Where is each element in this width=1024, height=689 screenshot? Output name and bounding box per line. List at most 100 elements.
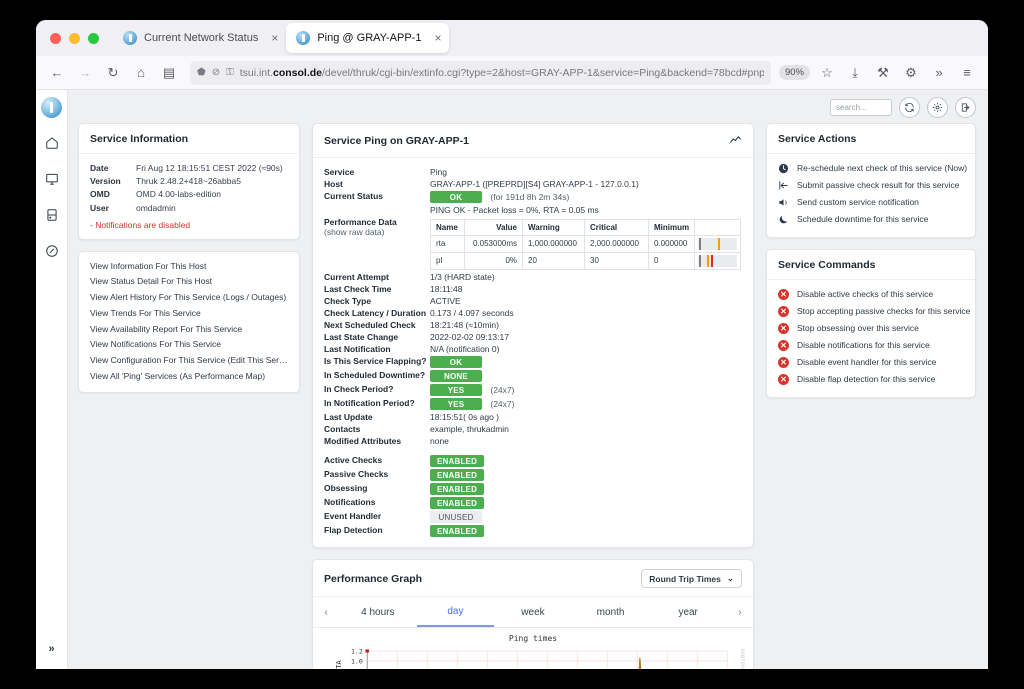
service-actions-list: Re-schedule next check of this service (… [767,154,975,237]
command-disable-event-handler[interactable]: ✕ Disable event handler for this service [777,354,965,371]
browser-tab-current-network-status[interactable]: Current Network Status × [113,23,286,53]
detail-value: N/A (notification 0) [430,344,500,354]
hamburger-menu-icon[interactable]: ≡ [954,60,980,86]
command-stop-accepting-passive-checks[interactable]: ✕ Stop accepting passive checks for this… [777,303,970,320]
gauge-min-marker [699,255,701,267]
info-label: User [90,202,109,213]
sidebar-item-home[interactable] [39,130,65,156]
detail-row-flapping: Is This Service Flapping? OK [324,355,742,369]
window-traffic-lights [44,20,113,56]
action-reschedule-next-check[interactable]: Re-schedule next check of this service (… [777,160,967,177]
gear-icon[interactable]: ⚙ [898,60,924,86]
detail-row-current-status: Current Status OK (for 191d 8h 2m 34s) P… [324,190,742,216]
forward-icon[interactable]: → [72,60,98,86]
tab-favicon-icon [296,31,311,45]
tab-month[interactable]: month [572,598,650,626]
minimize-window-button[interactable] [69,32,80,44]
zoom-level-indicator[interactable]: 90% [778,65,810,80]
service-detail-card: Service Ping on GRAY-APP-1 Service Ping [312,123,754,548]
close-icon[interactable]: × [428,32,441,44]
reload-icon[interactable]: ↻ [100,60,126,86]
link-view-notifications[interactable]: View Notifications For This Service [90,337,288,353]
detail-value: 18:21:48 (≈10min) [430,320,499,330]
container-tabs-icon[interactable]: ▤ [156,60,182,86]
tools-wrench-icon[interactable]: ⚒ [870,60,896,86]
disable-x-icon: ✕ [777,357,790,368]
gauge-min-marker [699,238,701,250]
show-raw-data-link[interactable]: (show raw data) [324,227,430,237]
graph-range-tabs: ‹ 4 hours day week month year › [313,597,753,628]
action-submit-passive-check-result[interactable]: Submit passive check result for this ser… [777,177,965,194]
link-view-status-detail-host[interactable]: View Status Detail For This Host [90,274,288,290]
info-value: Thruk 2.48.2+418~26abba5 [136,176,241,187]
graph-source-select[interactable]: Round Trip Times ⌄ [641,569,742,588]
link-view-information-host[interactable]: View Information For This Host [90,259,288,275]
browser-tab-ping-gray-app-1[interactable]: Ping @ GRAY-APP-1 × [286,23,450,53]
detail-label: In Check Period? [324,384,394,394]
overflow-chevron-icon[interactable]: » [926,60,952,86]
next-range-icon[interactable]: › [727,598,753,627]
tracking-protection-icon[interactable]: ⊘ [212,67,220,78]
command-disable-flap-detection[interactable]: ✕ Disable flap detection for this servic… [777,371,965,388]
link-view-trends[interactable]: View Trends For This Service [90,306,288,322]
address-bar[interactable]: ⬟ ⊘ ⚿ tsui.int.consol.de/devel/thruk/cgi… [190,60,771,85]
line-chart-icon[interactable] [729,133,742,149]
prev-range-icon[interactable]: ‹ [313,598,339,627]
bookmark-star-icon[interactable]: ☆ [814,60,840,86]
chevron-down-icon: ⌄ [726,573,734,583]
perf-gauge [698,238,737,250]
sidebar-expand-icon[interactable]: » [36,643,67,655]
rrd-graph[interactable]: Ping times RTA 1.21.00.80.60.40.20.0 RRD… [313,628,753,669]
perf-warning: 20 [522,252,585,270]
card-title: Service Information [79,124,299,154]
close-window-button[interactable] [50,32,61,44]
performance-graph-card: Performance Graph Round Trip Times ⌄ ‹ 4… [312,559,754,669]
sidebar-item-server[interactable] [39,202,65,228]
thruk-logo-icon[interactable] [41,97,62,118]
action-schedule-downtime[interactable]: Schedule downtime for this service [777,211,965,228]
link-view-configuration[interactable]: View Configuration For This Service (Edi… [90,353,288,369]
sidebar-item-gauge[interactable] [39,238,65,264]
link-view-all-ping-services[interactable]: View All 'Ping' Services (As Performance… [90,369,288,385]
disable-x-icon: ✕ [777,306,790,317]
detail-row-last-check-time: Last Check Time 18:11:48 [324,283,742,295]
settings-button[interactable] [927,97,948,118]
detail-value: Ping [430,167,448,177]
command-stop-obsessing[interactable]: ✕ Stop obsessing over this service [777,320,965,337]
gauge-warning-marker [707,255,710,267]
downloads-icon[interactable]: ⤓ [842,60,868,86]
action-send-custom-notification[interactable]: Send custom service notification [777,194,965,211]
table-row: pl 0% 20 30 0 [430,252,741,270]
tab-year[interactable]: year [649,598,727,626]
search-input[interactable]: search... [830,99,892,116]
link-view-alert-history[interactable]: View Alert History For This Service (Log… [90,290,288,306]
perf-critical: 2,000.000000 [584,235,649,253]
command-disable-active-checks[interactable]: ✕ Disable active checks of this service [777,286,965,303]
tab-day[interactable]: day [416,597,495,627]
back-icon[interactable]: ← [44,60,70,86]
refresh-button[interactable] [899,97,920,118]
key-icon[interactable]: ⚿ [226,67,234,78]
close-icon[interactable]: × [265,32,278,44]
command-label: Disable event handler for this service [797,357,937,367]
detail-row-last-update: Last Update 18:15:51( 0s ago ) [324,411,742,423]
detail-label: Event Handler [324,511,382,521]
detail-row-contacts: Contacts example, thrukadmin [324,423,742,435]
tab-4-hours[interactable]: 4 hours [339,598,417,626]
tab-week[interactable]: week [494,598,572,626]
app-main: search... Service Information Date Fri A… [68,90,988,669]
url-path: /devel/thruk/cgi-bin/extinfo.cgi?type=2&… [322,66,764,79]
command-disable-notifications[interactable]: ✕ Disable notifications for this service [777,337,965,354]
disable-x-icon: ✕ [777,289,790,300]
shield-icon[interactable]: ⬟ [197,67,206,78]
logout-button[interactable] [955,97,976,118]
maximize-window-button[interactable] [88,32,99,44]
sidebar-item-monitor[interactable] [39,166,65,192]
perf-value: 0.053000ms [464,235,523,253]
home-icon[interactable]: ⌂ [128,60,154,86]
svg-text:1.0: 1.0 [351,659,363,666]
service-detail-table: Service Ping Host GRAY-APP-1 ([PREPRD][S… [324,166,742,538]
link-view-availability[interactable]: View Availability Report For This Servic… [90,322,288,338]
thruk-app: » search... Service Information Date Fri… [36,90,988,669]
performance-graph-title: Performance Graph [324,572,423,585]
